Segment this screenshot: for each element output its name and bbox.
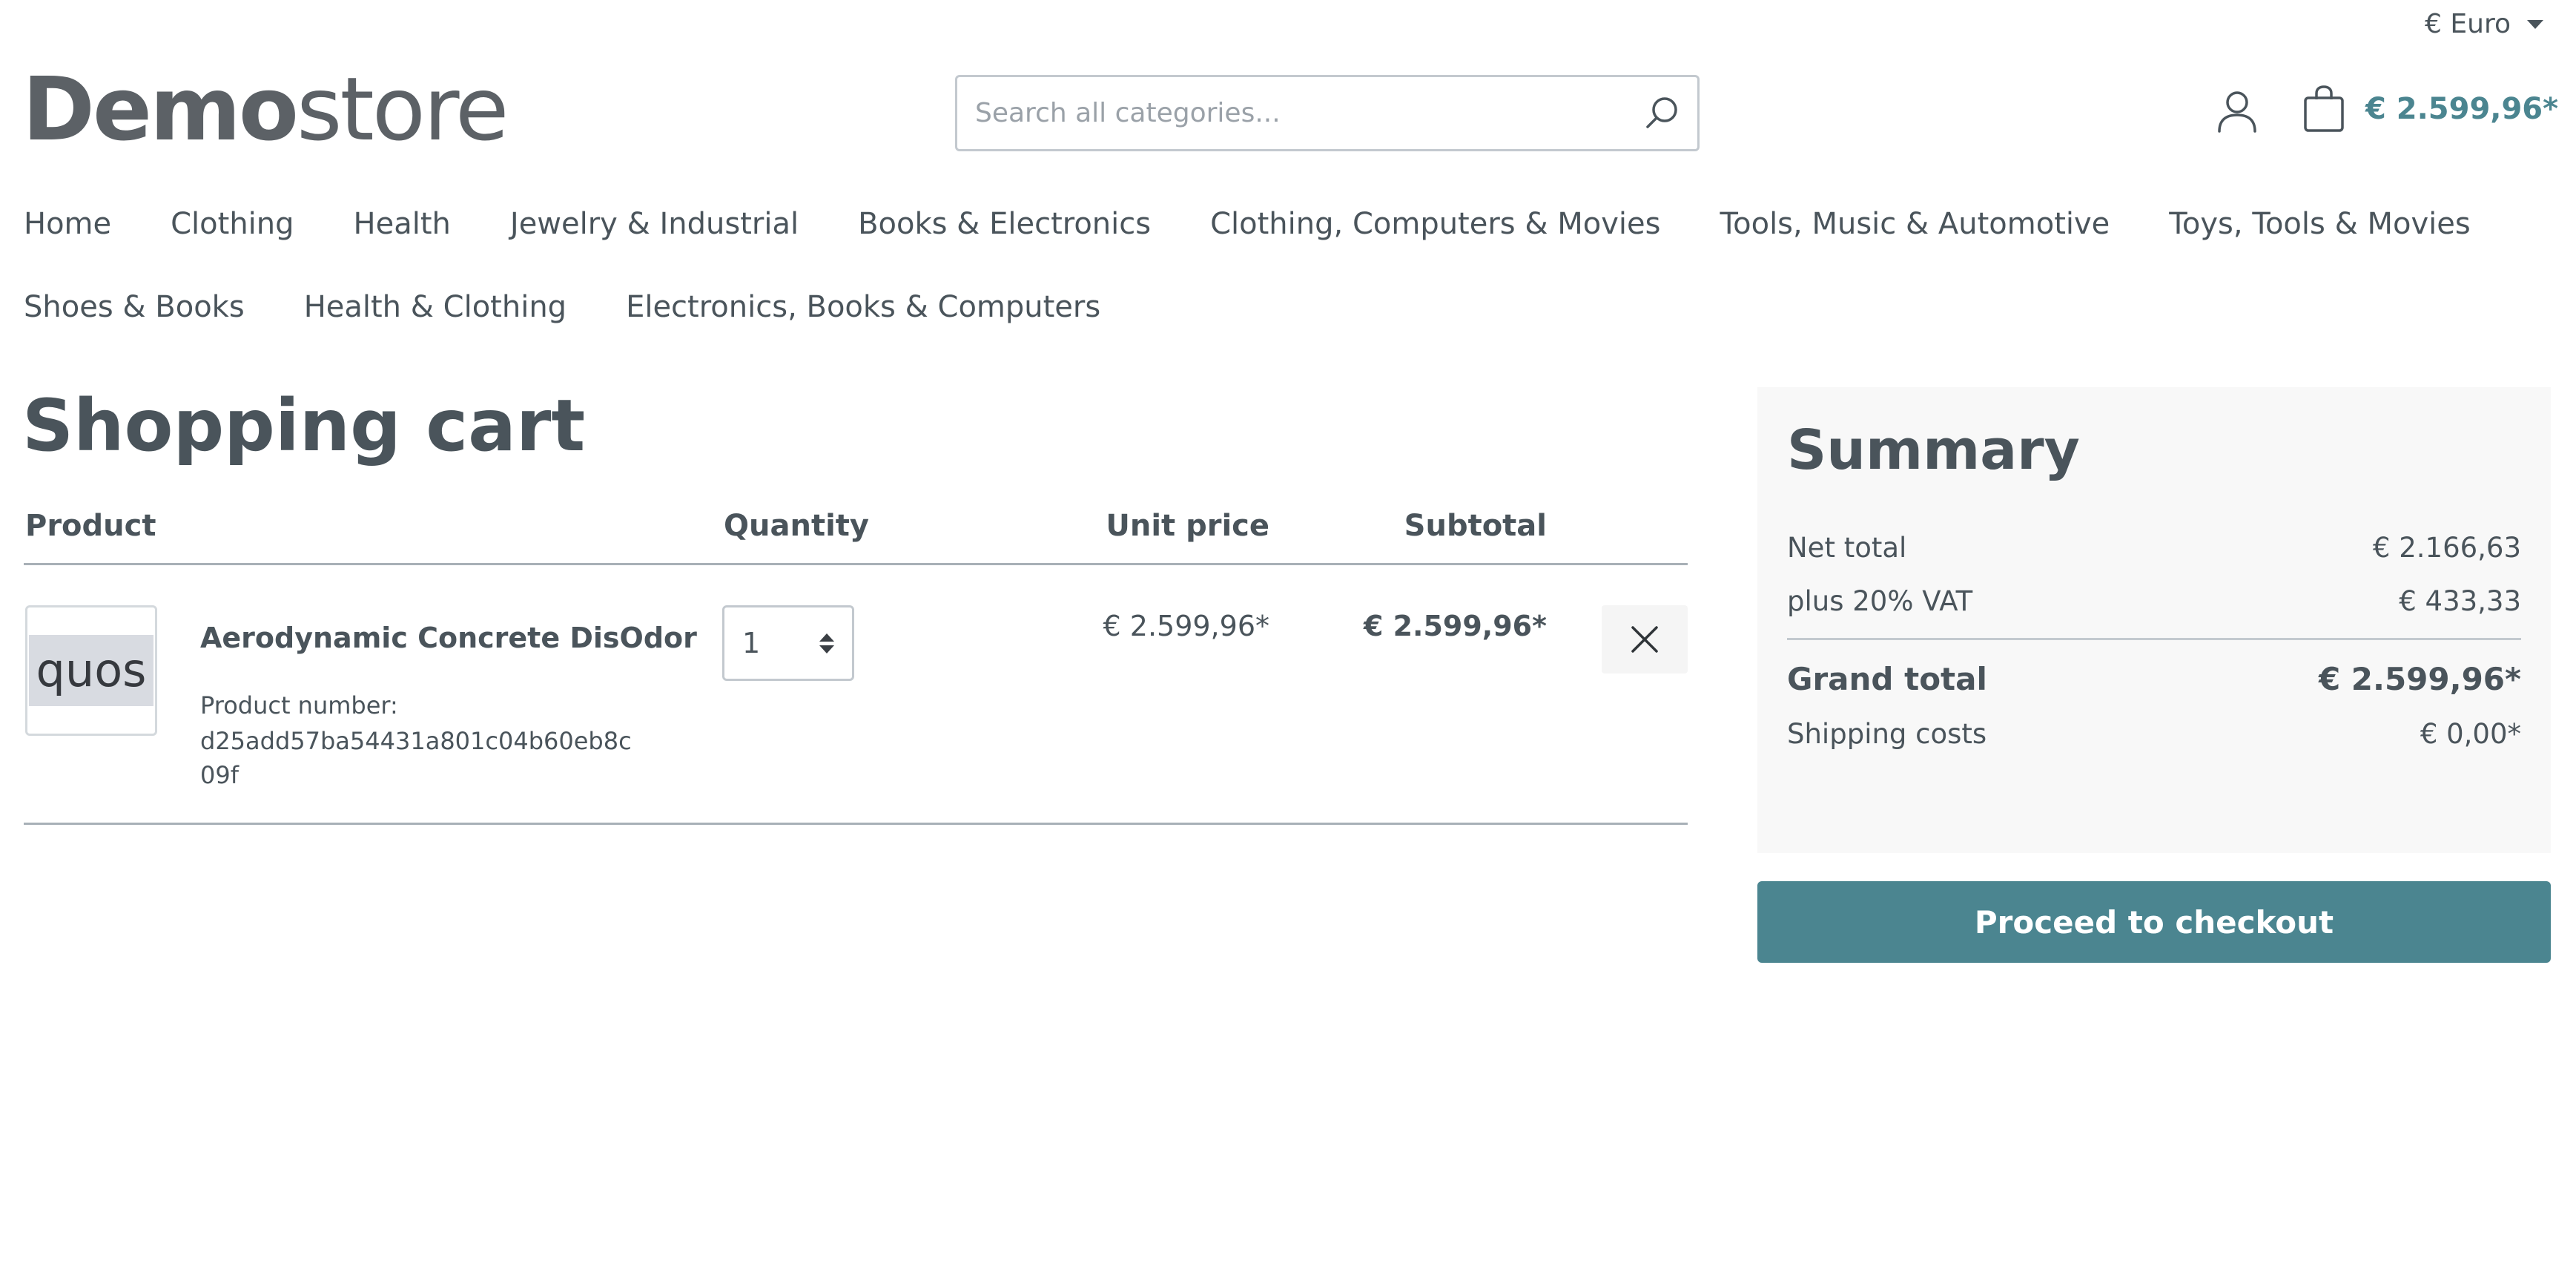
net-total-label: Net total [1787,532,1907,564]
proceed-to-checkout-button[interactable]: Proceed to checkout [1757,881,2551,963]
account-button[interactable] [2213,88,2262,136]
nav-item-home[interactable]: Home [24,199,111,249]
column-header-quantity: Quantity [724,509,869,543]
search-bar [955,75,1700,151]
column-header-product: Product [25,509,156,543]
product-number-value: d25add57ba54431a801c04b60eb8c09f [200,727,632,789]
nav-item-jewelry-industrial[interactable]: Jewelry & Industrial [510,199,799,249]
cart-line-item: quos Aerodynamic Concrete DisOdor Produc… [24,565,1688,825]
line-subtotal-value: € 2.599,96* [1363,610,1547,642]
shopping-bag-icon [2304,85,2344,132]
grand-total-value: € 2.599,96* [2318,661,2521,697]
summary-net-total-row: Net total € 2.166,63 [1787,531,2521,565]
vat-label: plus 20% VAT [1787,585,1973,617]
column-header-subtotal: Subtotal [1404,509,1547,543]
select-arrows-icon [819,633,834,653]
nav-item-tools-music-automotive[interactable]: Tools, Music & Automotive [1720,199,2110,249]
product-thumbnail[interactable]: quos [25,605,157,736]
search-icon [1646,96,1677,128]
summary-title: Summary [1787,418,2080,482]
net-total-value: € 2.166,63 [2372,532,2521,564]
unit-price-value: € 2.599,96* [1103,610,1269,642]
summary-shipping-row: Shipping costs € 0,00* [1787,717,2521,751]
currency-dropdown[interactable]: € Euro [2425,9,2543,39]
nav-item-clothing-computers-movies[interactable]: Clothing, Computers & Movies [1210,199,1660,249]
cart-table-header: Product Quantity Unit price Subtotal [24,504,1688,565]
cart-summary: Summary Net total € 2.166,63 plus 20% VA… [1757,387,2551,853]
header-cart-button[interactable]: € 2.599,96* [2302,85,2558,134]
nav-item-health-clothing[interactable]: Health & Clothing [304,282,567,332]
quantity-select[interactable]: 1 [722,605,854,681]
nav-item-shoes-books[interactable]: Shoes & Books [24,282,245,332]
nav-item-electronics-books-computers[interactable]: Electronics, Books & Computers [626,282,1100,332]
store-logo[interactable]: Demostore [22,58,509,160]
search-button[interactable] [1626,77,1697,149]
main-navigation: Home Clothing Health Jewelry & Industria… [24,199,2560,332]
currency-label: € Euro [2425,9,2511,39]
nav-item-health[interactable]: Health [354,199,451,249]
search-input[interactable] [957,77,1626,149]
summary-grand-total-row: Grand total € 2.599,96* [1787,662,2521,697]
quantity-value: 1 [742,627,761,659]
account-icon [2218,91,2256,133]
summary-vat-row: plus 20% VAT € 433,33 [1787,584,2521,619]
product-name-link[interactable]: Aerodynamic Concrete DisOdor [200,622,697,654]
page-title: Shopping cart [22,384,586,467]
column-header-unit-price: Unit price [1106,509,1269,543]
header-cart-total: € 2.599,96* [2365,92,2559,126]
product-thumbnail-text: quos [28,635,154,706]
nav-item-clothing[interactable]: Clothing [171,199,294,249]
summary-divider [1787,638,2521,640]
shipping-label: Shipping costs [1787,718,1987,750]
vat-value: € 433,33 [2399,585,2521,617]
grand-total-label: Grand total [1787,661,1987,697]
product-number-label: Product number: [200,691,398,719]
remove-item-button[interactable] [1602,605,1688,674]
close-icon [1631,626,1658,653]
logo-text-light: store [297,58,509,160]
nav-item-books-electronics[interactable]: Books & Electronics [858,199,1151,249]
nav-item-toys-tools-movies[interactable]: Toys, Tools & Movies [2169,199,2470,249]
chevron-down-icon [2527,19,2543,29]
logo-text-strong: Demo [22,58,299,160]
shipping-value: € 0,00* [2420,718,2521,750]
